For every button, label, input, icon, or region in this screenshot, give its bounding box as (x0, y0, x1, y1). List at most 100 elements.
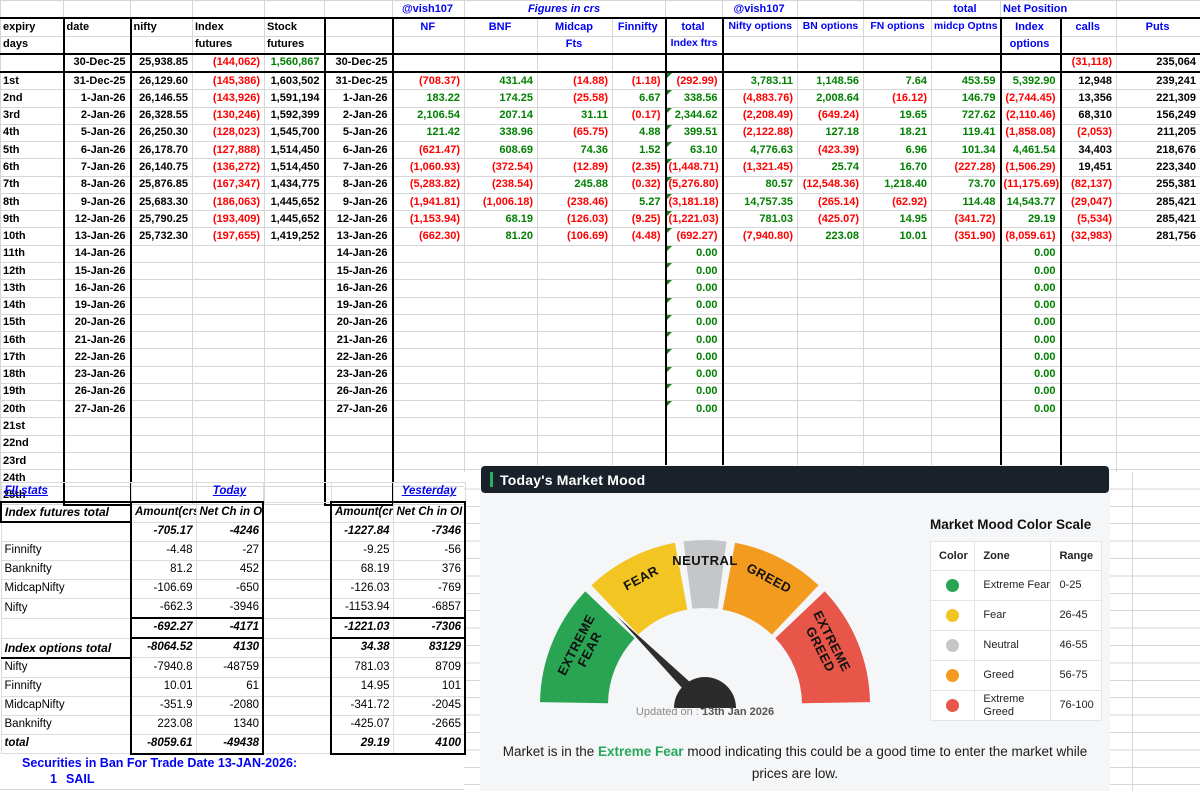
cell[interactable] (863, 434, 933, 453)
cell[interactable]: 0.00 (999, 261, 1062, 281)
cell[interactable]: 61 (195, 676, 264, 697)
fii-row-label[interactable]: Index options total (0, 637, 132, 659)
cell[interactable] (931, 400, 1002, 419)
cell[interactable] (1060, 279, 1118, 298)
cell[interactable]: 15-Jan-26 (323, 261, 394, 281)
cell[interactable] (722, 382, 799, 402)
cell[interactable] (931, 434, 1002, 453)
cell[interactable]: (238.46) (537, 192, 613, 212)
cell[interactable] (722, 35, 799, 55)
col-header-nifty-options[interactable]: Nifty options (722, 17, 799, 37)
cell[interactable] (264, 0, 325, 19)
cell[interactable]: -8059.61 (130, 733, 197, 755)
cell[interactable]: 14.95 (863, 210, 933, 229)
cell[interactable]: 25,790.25 (130, 210, 193, 229)
cell[interactable] (323, 417, 394, 436)
cell[interactable]: 25,683.30 (130, 192, 193, 212)
cell[interactable]: 4100 (392, 733, 466, 755)
cell[interactable]: (2,110.46) (999, 106, 1062, 125)
cell[interactable] (537, 296, 613, 315)
fii-row-label[interactable]: Banknifty (0, 714, 132, 735)
cell[interactable] (863, 35, 933, 55)
cell[interactable] (392, 348, 465, 367)
cell[interactable] (611, 348, 667, 367)
cell[interactable]: 25.74 (797, 158, 865, 177)
cell[interactable] (931, 417, 1002, 436)
cell[interactable]: 10th (0, 227, 64, 246)
cell[interactable]: 68.19 (464, 210, 538, 229)
cell[interactable] (931, 261, 1002, 281)
cell[interactable] (611, 365, 667, 384)
cell[interactable] (537, 365, 613, 384)
cell[interactable]: (197,655) (192, 227, 265, 246)
cell[interactable] (264, 244, 325, 263)
cell[interactable] (192, 451, 265, 471)
cell[interactable]: 8th (0, 192, 64, 212)
cell[interactable] (130, 261, 193, 281)
ban-item-name[interactable]: SAIL (66, 773, 94, 786)
cell[interactable] (611, 331, 667, 350)
cell[interactable] (262, 501, 332, 523)
col-header-nifty[interactable]: nifty (130, 17, 193, 37)
cell[interactable] (392, 244, 465, 263)
cell[interactable]: 0.00 (664, 348, 724, 367)
cell[interactable]: (1,060.93) (392, 158, 465, 177)
cell[interactable]: (238.54) (464, 175, 538, 194)
cell[interactable] (130, 0, 193, 19)
cell[interactable]: 30-Dec-25 (62, 53, 132, 74)
cell[interactable]: 19-Jan-26 (62, 296, 132, 315)
cell[interactable]: (425.07) (797, 210, 865, 229)
cell[interactable]: (14.88) (537, 71, 613, 91)
cell[interactable] (797, 313, 865, 333)
cell[interactable]: 14,757.35 (722, 192, 799, 212)
cell[interactable] (262, 598, 332, 619)
cell[interactable] (722, 434, 799, 453)
cell[interactable] (130, 35, 193, 55)
cell[interactable]: 4,461.54 (999, 141, 1062, 160)
cell[interactable] (1060, 382, 1118, 402)
fii-row-label[interactable]: Index futures total (0, 501, 132, 523)
cell[interactable] (537, 53, 613, 74)
cell[interactable]: 23-Jan-26 (323, 365, 394, 384)
cell[interactable]: (65.75) (537, 123, 613, 143)
cell[interactable]: -7940.8 (130, 657, 197, 678)
cell[interactable] (464, 400, 538, 419)
cell[interactable]: (1,941.81) (392, 192, 465, 212)
cell[interactable] (722, 365, 799, 384)
cell[interactable]: 26-Jan-26 (323, 382, 394, 402)
cell[interactable]: (1,153.94) (392, 210, 465, 229)
cell[interactable]: (136,272) (192, 158, 265, 177)
cell[interactable]: 68,310 (1060, 106, 1118, 125)
cell[interactable] (464, 296, 538, 315)
cell[interactable]: 0.00 (999, 313, 1062, 333)
cell[interactable] (797, 261, 865, 281)
fii-row-label[interactable]: Finnifty (0, 676, 132, 697)
cell[interactable] (392, 279, 465, 298)
cell[interactable]: 8-Jan-26 (62, 175, 132, 194)
cell[interactable]: 1,545,700 (264, 123, 325, 143)
cell[interactable]: 20th (0, 400, 64, 419)
yesterday-label[interactable]: Yesterday (392, 482, 466, 503)
cell[interactable] (392, 261, 465, 281)
cell[interactable]: 7-Jan-26 (62, 158, 132, 177)
cell[interactable] (464, 244, 538, 263)
cell[interactable]: (1,006.18) (464, 192, 538, 212)
cell[interactable]: 0.00 (999, 400, 1062, 419)
cell[interactable]: (16.12) (863, 89, 933, 108)
cell[interactable]: 338.56 (664, 89, 724, 108)
cell[interactable]: 5-Jan-26 (323, 123, 394, 143)
cell[interactable]: 6-Jan-26 (62, 141, 132, 160)
fii-row-label[interactable]: Nifty (0, 657, 132, 678)
cell[interactable]: 34,403 (1060, 141, 1118, 160)
cell[interactable] (262, 637, 332, 658)
cell[interactable]: -650 (195, 579, 264, 599)
cell[interactable] (1060, 296, 1118, 315)
cell[interactable]: (29,047) (1060, 192, 1118, 212)
cell[interactable]: 21st (0, 417, 64, 436)
cell[interactable] (392, 382, 465, 402)
cell[interactable] (130, 451, 193, 471)
cell[interactable]: -2665 (392, 714, 466, 735)
cell[interactable]: 0.00 (664, 296, 724, 315)
cell[interactable] (264, 365, 325, 384)
cell[interactable] (192, 261, 265, 281)
